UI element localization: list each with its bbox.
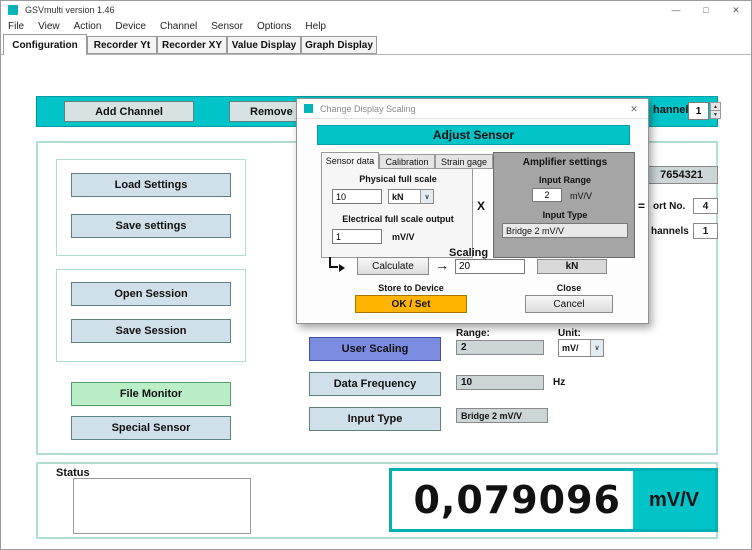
channel-spinner-label: hannel bbox=[653, 104, 688, 116]
multiply-sign: X bbox=[477, 199, 485, 213]
input-type-button[interactable]: Input Type bbox=[309, 407, 441, 431]
open-session-button[interactable]: Open Session bbox=[71, 282, 231, 306]
tab-recorder-xy[interactable]: Recorder XY bbox=[157, 36, 227, 54]
menu-item-options[interactable]: Options bbox=[250, 21, 298, 32]
channels-value-field: 1 bbox=[693, 223, 718, 239]
close-button[interactable]: ✕ bbox=[721, 1, 751, 19]
range-label: Range: bbox=[456, 328, 490, 339]
scaling-unit-field: kN bbox=[537, 259, 607, 274]
maximize-button[interactable]: □ bbox=[691, 1, 721, 19]
dialog-tab-strain-gage[interactable]: Strain gage bbox=[435, 154, 493, 169]
menu-item-file[interactable]: File bbox=[1, 21, 31, 32]
menu-item-device[interactable]: Device bbox=[108, 21, 153, 32]
chevron-down-icon[interactable]: ∨ bbox=[420, 190, 433, 203]
menu-item-sensor[interactable]: Sensor bbox=[204, 21, 250, 32]
window-title: GSVmulti version 1.46 bbox=[25, 5, 115, 15]
app-icon bbox=[8, 5, 18, 15]
tab-configuration[interactable]: Configuration bbox=[3, 34, 87, 55]
physical-unit-value: kN bbox=[389, 192, 420, 202]
tab-recorder-yt[interactable]: Recorder Yt bbox=[87, 36, 157, 54]
data-frequency-button[interactable]: Data Frequency bbox=[309, 372, 441, 396]
input-range-label: Input Range bbox=[494, 175, 636, 185]
measurement-display: 0,079096 mV/V bbox=[389, 468, 718, 532]
special-sensor-button[interactable]: Special Sensor bbox=[71, 416, 231, 440]
save-settings-button[interactable]: Save settings bbox=[71, 214, 231, 238]
menu-item-help[interactable]: Help bbox=[298, 21, 333, 32]
input-range-unit-label: mV/V bbox=[570, 191, 592, 201]
spin-down-icon[interactable]: ▼ bbox=[710, 110, 721, 119]
menu-item-view[interactable]: View bbox=[31, 21, 67, 32]
chevron-down-icon[interactable]: ∨ bbox=[590, 340, 603, 356]
amp-input-type-field: Bridge 2 mV/V bbox=[502, 223, 628, 238]
unit-combobox[interactable]: mV/ ∨ bbox=[558, 339, 604, 357]
tab-bar: Configuration Recorder Yt Recorder XY Va… bbox=[1, 34, 751, 54]
input-type-value-field: Bridge 2 mV/V bbox=[456, 408, 548, 423]
change-display-scaling-dialog: Change Display Scaling ✕ Adjust Sensor S… bbox=[296, 98, 649, 324]
input-range-input[interactable] bbox=[532, 188, 562, 202]
electrical-full-scale-input[interactable] bbox=[332, 229, 382, 244]
cancel-button[interactable]: Cancel bbox=[525, 295, 613, 313]
save-session-button[interactable]: Save Session bbox=[71, 319, 231, 343]
user-scaling-button[interactable]: User Scaling bbox=[309, 337, 441, 361]
dialog-close-icon[interactable]: ✕ bbox=[620, 99, 648, 119]
scaling-value-input[interactable] bbox=[455, 259, 525, 274]
status-listbox bbox=[73, 478, 251, 534]
adjust-sensor-header: Adjust Sensor bbox=[317, 125, 630, 145]
equals-sign: = bbox=[638, 199, 645, 213]
flow-arrow-icon bbox=[327, 257, 345, 273]
menu-item-channel[interactable]: Channel bbox=[153, 21, 204, 32]
range-value-field: 2 bbox=[456, 340, 544, 355]
frequency-value-field: 10 bbox=[456, 375, 544, 390]
right-arrow-icon: → bbox=[435, 257, 449, 273]
titlebar: GSVmulti version 1.46 — □ ✕ bbox=[1, 1, 751, 19]
dialog-title: Change Display Scaling bbox=[320, 104, 416, 114]
dialog-tab-sensor-data[interactable]: Sensor data bbox=[321, 152, 379, 169]
dialog-tab-calibration[interactable]: Calibration bbox=[379, 154, 435, 169]
measurement-unit: mV/V bbox=[633, 471, 715, 529]
port-value-field: 4 bbox=[693, 198, 718, 214]
unit-combobox-value: mV/ bbox=[559, 343, 590, 353]
calculate-button[interactable]: Calculate bbox=[357, 257, 429, 275]
minimize-button[interactable]: — bbox=[661, 1, 691, 19]
channel-spinner: ▲ ▼ bbox=[710, 102, 721, 119]
dialog-icon bbox=[304, 104, 313, 113]
physical-unit-combobox[interactable]: kN ∨ bbox=[388, 189, 434, 204]
physical-full-scale-label: Physical full scale bbox=[322, 174, 474, 184]
ok-set-button[interactable]: OK / Set bbox=[355, 295, 467, 313]
menu-bar: File View Action Device Channel Sensor O… bbox=[1, 19, 751, 34]
file-monitor-button[interactable]: File Monitor bbox=[71, 382, 231, 406]
amplifier-settings-title: Amplifier settings bbox=[494, 157, 636, 168]
electrical-unit-label: mV/V bbox=[392, 232, 415, 242]
amplifier-settings-panel: Amplifier settings Input Range mV/V Inpu… bbox=[493, 152, 635, 258]
load-settings-button[interactable]: Load Settings bbox=[71, 173, 231, 197]
dialog-titlebar: Change Display Scaling bbox=[297, 99, 648, 119]
menu-item-action[interactable]: Action bbox=[67, 21, 109, 32]
tab-graph-display[interactable]: Graph Display bbox=[301, 36, 377, 54]
amp-input-type-label: Input Type bbox=[494, 210, 636, 220]
electrical-full-scale-label: Electrical full scale output bbox=[322, 214, 474, 224]
channel-spinner-input[interactable] bbox=[688, 102, 709, 120]
measurement-value: 0,079096 bbox=[392, 471, 633, 529]
port-label: ort No. bbox=[653, 201, 685, 212]
sensor-data-panel: Physical full scale kN ∨ Electrical full… bbox=[321, 168, 473, 258]
physical-full-scale-input[interactable] bbox=[332, 189, 382, 204]
frequency-unit-label: Hz bbox=[553, 377, 565, 388]
tab-value-display[interactable]: Value Display bbox=[227, 36, 301, 54]
close-label: Close bbox=[525, 283, 613, 293]
add-channel-button[interactable]: Add Channel bbox=[64, 101, 194, 122]
unit-label: Unit: bbox=[558, 328, 581, 339]
scaling-label: Scaling bbox=[449, 247, 488, 259]
store-to-device-label: Store to Device bbox=[355, 283, 467, 293]
channels-label: hannels bbox=[651, 226, 689, 237]
app-window: GSVmulti version 1.46 — □ ✕ File View Ac… bbox=[0, 0, 752, 550]
